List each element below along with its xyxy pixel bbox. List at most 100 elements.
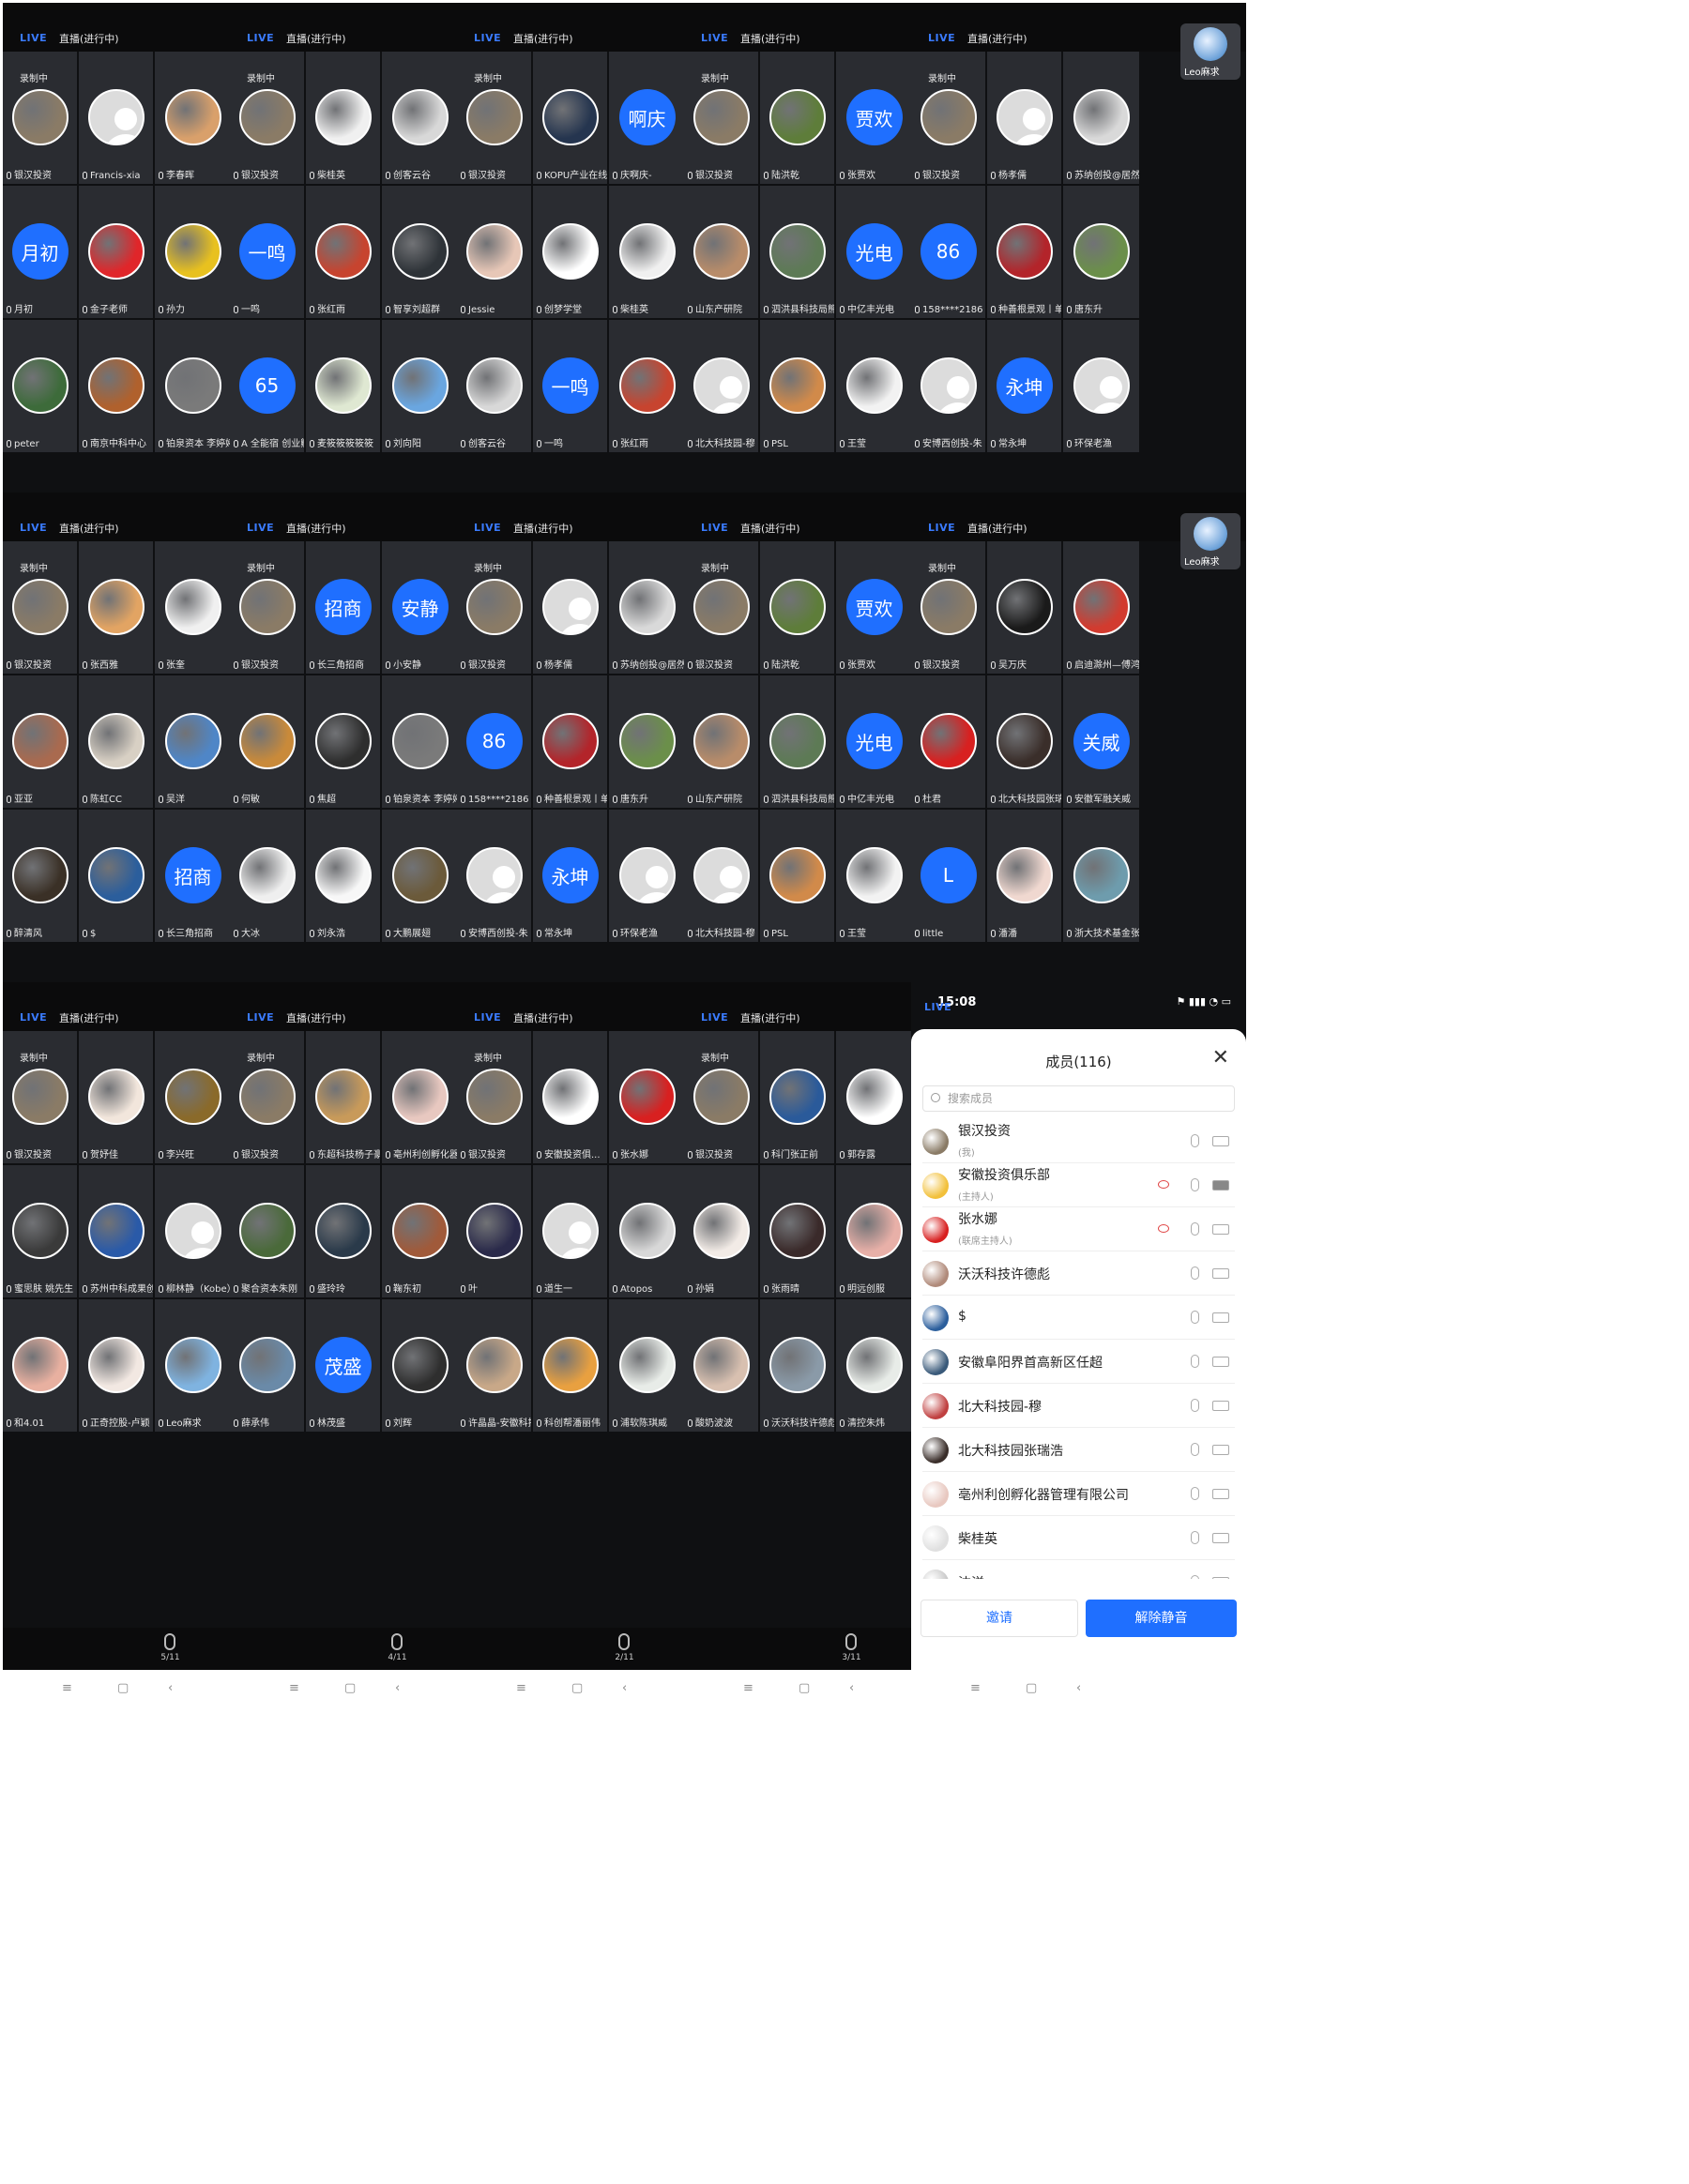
- home-icon[interactable]: ▢: [571, 1681, 583, 1695]
- participant-tile[interactable]: 启迪滁州—傅鸿翔: [1063, 541, 1139, 674]
- participant-tile[interactable]: PSL: [760, 810, 834, 942]
- mic-icon[interactable]: [1191, 1443, 1199, 1456]
- participant-tile[interactable]: 录制中 银汉投资: [911, 52, 985, 184]
- member-row[interactable]: 北大科技园-穆: [922, 1384, 1235, 1428]
- participant-tile[interactable]: 光电 中亿丰光电: [836, 186, 912, 318]
- mic-icon[interactable]: [1191, 1399, 1199, 1412]
- participant-tile[interactable]: 安静 小安静: [382, 541, 458, 674]
- participant-tile[interactable]: 金子老师: [79, 186, 153, 318]
- participant-tile[interactable]: 张雨晴: [760, 1165, 834, 1297]
- member-row[interactable]: $: [922, 1296, 1235, 1340]
- participant-tile[interactable]: 张西雅: [79, 541, 153, 674]
- participant-tile[interactable]: 山东产研院: [684, 186, 758, 318]
- participant-tile[interactable]: 65 A 全能宿 创业孵化: [230, 320, 304, 452]
- participant-tile[interactable]: 酸奶波波: [684, 1299, 758, 1432]
- participant-tile[interactable]: 种善根景观丨单...: [533, 675, 607, 808]
- mic-icon[interactable]: [1191, 1531, 1199, 1544]
- participant-tile[interactable]: 一鸣 一鸣: [533, 320, 607, 452]
- mute-mic-icon[interactable]: [618, 1633, 630, 1650]
- menu-icon[interactable]: ≡: [289, 1681, 299, 1695]
- participant-tile[interactable]: 柳林静（Kobe）: [155, 1165, 231, 1297]
- participant-tile[interactable]: 苏纳创投@居然: [1063, 52, 1139, 184]
- participant-tile[interactable]: 刘永浩: [306, 810, 380, 942]
- member-row[interactable]: 安徽投资俱乐部 (主持人): [922, 1163, 1235, 1207]
- participant-tile[interactable]: 啊庆 庆啊庆-: [609, 52, 685, 184]
- camera-icon[interactable]: [1212, 1136, 1229, 1146]
- participant-tile[interactable]: 科创帮潘丽伟: [533, 1299, 607, 1432]
- participant-tile[interactable]: 张红雨: [306, 186, 380, 318]
- camera-icon[interactable]: [1212, 1180, 1229, 1191]
- participant-tile[interactable]: 创客云谷: [382, 52, 458, 184]
- mute-mic-icon[interactable]: [164, 1633, 175, 1650]
- home-icon[interactable]: ▢: [1026, 1681, 1037, 1695]
- participant-tile[interactable]: 环保老渔: [609, 810, 685, 942]
- participant-tile[interactable]: 杜君: [911, 675, 985, 808]
- participant-tile[interactable]: 种善根景观丨单...: [987, 186, 1061, 318]
- participant-tile[interactable]: 录制中 银汉投资: [230, 52, 304, 184]
- member-row[interactable]: 柴桂英: [922, 1516, 1235, 1560]
- member-row[interactable]: 沈洋: [922, 1560, 1235, 1579]
- camera-icon[interactable]: [1212, 1268, 1229, 1279]
- participant-tile[interactable]: 茂盛 林茂盛: [306, 1299, 380, 1432]
- participant-tile[interactable]: 录制中 银汉投资: [230, 541, 304, 674]
- participant-tile[interactable]: 录制中 银汉投资: [230, 1031, 304, 1163]
- back-icon[interactable]: ‹: [395, 1681, 400, 1695]
- participant-tile[interactable]: 北大科技园-穆: [684, 810, 758, 942]
- participant-tile[interactable]: 山东产研院: [684, 675, 758, 808]
- participant-tile[interactable]: 苏纳创投@居然: [609, 541, 685, 674]
- participant-tile[interactable]: 李春晖: [155, 52, 231, 184]
- close-icon[interactable]: ✕: [1212, 1046, 1229, 1069]
- participant-tile[interactable]: 录制中 银汉投资: [684, 52, 758, 184]
- participant-tile[interactable]: 环保老渔: [1063, 320, 1139, 452]
- camera-icon[interactable]: [1212, 1357, 1229, 1367]
- participant-tile[interactable]: 北大科技园-穆: [684, 320, 758, 452]
- participant-tile[interactable]: peter: [3, 320, 77, 452]
- participant-tile[interactable]: 录制中 银汉投资: [3, 541, 77, 674]
- participant-tile[interactable]: 正奇控股-卢颖: [79, 1299, 153, 1432]
- participant-tile[interactable]: 录制中 银汉投资: [457, 541, 531, 674]
- participant-tile[interactable]: 李兴旺: [155, 1031, 231, 1163]
- participant-tile[interactable]: Leo麻求: [155, 1299, 231, 1432]
- mic-icon[interactable]: [1191, 1178, 1199, 1191]
- participant-tile[interactable]: 浙大技术基金张...: [1063, 810, 1139, 942]
- participant-tile[interactable]: 安博西创投-朱: [911, 320, 985, 452]
- participant-tile[interactable]: 招商 长三角招商: [306, 541, 380, 674]
- participant-tile[interactable]: 孙力: [155, 186, 231, 318]
- participant-tile[interactable]: 许晶晶-安徽科技...: [457, 1299, 531, 1432]
- participant-tile[interactable]: 王莹: [836, 810, 912, 942]
- mic-icon[interactable]: [1191, 1222, 1199, 1236]
- participant-tile[interactable]: 安徽投资俱...: [533, 1031, 607, 1163]
- participant-tile[interactable]: 大冰: [230, 810, 304, 942]
- participant-tile[interactable]: 录制中 银汉投资: [457, 1031, 531, 1163]
- participant-tile[interactable]: 清控朱炜: [836, 1299, 912, 1432]
- participant-tile[interactable]: 光电 中亿丰光电: [836, 675, 912, 808]
- participant-tile[interactable]: 科门张正前: [760, 1031, 834, 1163]
- camera-icon[interactable]: [1212, 1445, 1229, 1455]
- participant-tile[interactable]: 道生一: [533, 1165, 607, 1297]
- participant-tile[interactable]: 录制中 银汉投资: [684, 541, 758, 674]
- menu-icon[interactable]: ≡: [516, 1681, 526, 1695]
- mic-icon[interactable]: [1191, 1311, 1199, 1324]
- menu-icon[interactable]: ≡: [970, 1681, 981, 1695]
- participant-tile[interactable]: 86 158****2186: [457, 675, 531, 808]
- back-icon[interactable]: ‹: [1076, 1681, 1081, 1695]
- participant-tile[interactable]: 唐东升: [1063, 186, 1139, 318]
- participant-tile[interactable]: 泗洪县科技局熊化明: [760, 675, 834, 808]
- participant-tile[interactable]: 亳州利创孵化器...: [382, 1031, 458, 1163]
- participant-tile[interactable]: 录制中 银汉投资: [3, 52, 77, 184]
- back-icon[interactable]: ‹: [622, 1681, 627, 1695]
- member-row[interactable]: 张水娜 (联席主持人): [922, 1207, 1235, 1251]
- mic-icon[interactable]: [1191, 1487, 1199, 1500]
- participant-tile[interactable]: 麦筱筱筱筱筱: [306, 320, 380, 452]
- participant-tile[interactable]: Llittle: [911, 810, 985, 942]
- participant-tile[interactable]: 蜜思肤 姚先生: [3, 1165, 77, 1297]
- participant-tile[interactable]: 永坤 常永坤: [987, 320, 1061, 452]
- participant-tile[interactable]: 北大科技园张瑞浩: [987, 675, 1061, 808]
- participant-tile[interactable]: 亚亚: [3, 675, 77, 808]
- participant-tile[interactable]: 聚合资本朱刚: [230, 1165, 304, 1297]
- camera-icon[interactable]: [1212, 1312, 1229, 1323]
- camera-icon[interactable]: [1212, 1577, 1229, 1579]
- participant-tile[interactable]: 柴桂英: [609, 186, 685, 318]
- participant-tile[interactable]: 创客云谷: [457, 320, 531, 452]
- camera-icon[interactable]: [1212, 1224, 1229, 1235]
